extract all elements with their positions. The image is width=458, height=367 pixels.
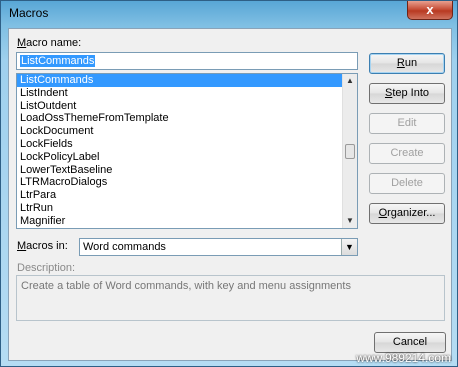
dropdown-arrow-icon[interactable]: ▼ bbox=[341, 239, 357, 255]
macros-listbox[interactable]: ListCommands ListIndent ListOutdent LoadOss… bbox=[16, 73, 358, 229]
list-item[interactable]: LockDocument bbox=[17, 125, 342, 138]
list-item[interactable]: ListCommands bbox=[17, 74, 342, 87]
macros-dialog: Macros x Macro name: ListCommands ListCo… bbox=[0, 0, 458, 367]
macros-in-value: Word commands bbox=[83, 241, 166, 253]
create-button[interactable]: Create bbox=[369, 143, 445, 164]
macro-name-label: Macro name: bbox=[17, 37, 82, 49]
listbox-scrollbar[interactable]: ▲ ▼ bbox=[342, 74, 357, 228]
list-item[interactable]: LockPolicyLabel bbox=[17, 151, 342, 164]
watermark: www.989214.com bbox=[356, 351, 451, 365]
list-item[interactable]: LockFields bbox=[17, 138, 342, 151]
list-item[interactable]: LTRMacroDialogs bbox=[17, 176, 342, 189]
step-into-button[interactable]: Step Into bbox=[369, 83, 445, 104]
close-button[interactable]: x bbox=[407, 1, 453, 20]
list-item[interactable]: LoadOssThemeFromTemplate bbox=[17, 112, 342, 125]
macros-in-label: Macros in: bbox=[17, 240, 68, 252]
dialog-body: Macro name: ListCommands ListCommands Lis… bbox=[8, 28, 452, 361]
cancel-button[interactable]: Cancel bbox=[374, 332, 446, 353]
title-bar[interactable]: Macros x bbox=[1, 1, 457, 27]
description-text: Create a table of Word commands, with ke… bbox=[21, 280, 351, 292]
edit-button[interactable]: Edit bbox=[369, 113, 445, 134]
list-item[interactable]: LowerTextBaseline bbox=[17, 164, 342, 177]
scroll-up-icon[interactable]: ▲ bbox=[343, 74, 357, 88]
macros-in-select[interactable]: Word commands ▼ bbox=[79, 238, 358, 256]
organizer-button[interactable]: Organizer... bbox=[369, 203, 445, 224]
macros-list: ListCommands ListIndent ListOutdent LoadOss… bbox=[17, 74, 342, 228]
list-item[interactable]: Magnifier bbox=[17, 215, 342, 228]
window-title: Macros bbox=[9, 6, 49, 20]
run-button[interactable]: Run bbox=[369, 53, 445, 74]
list-item[interactable]: ListOutdent bbox=[17, 100, 342, 113]
macro-name-value: ListCommands bbox=[20, 55, 96, 67]
list-item[interactable]: LtrPara bbox=[17, 189, 342, 202]
delete-button[interactable]: Delete bbox=[369, 173, 445, 194]
description-box: Create a table of Word commands, with ke… bbox=[16, 275, 445, 321]
scroll-thumb[interactable] bbox=[345, 143, 355, 159]
description-label: Description: bbox=[17, 262, 76, 274]
macro-name-input[interactable]: ListCommands bbox=[16, 52, 358, 70]
scroll-down-icon[interactable]: ▼ bbox=[343, 214, 357, 228]
list-item[interactable]: LtrRun bbox=[17, 202, 342, 215]
list-item[interactable]: ListIndent bbox=[17, 87, 342, 100]
close-icon: x bbox=[426, 2, 434, 17]
